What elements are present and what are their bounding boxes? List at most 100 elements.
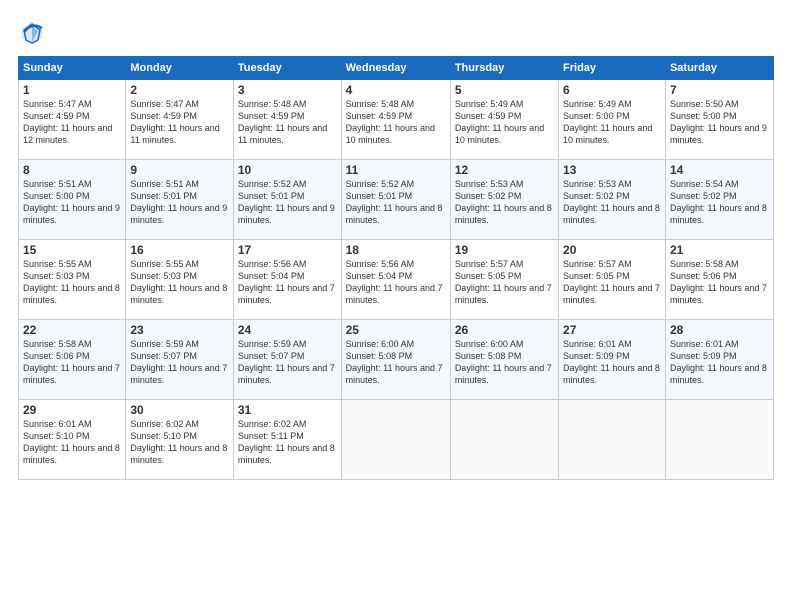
logo xyxy=(18,18,50,46)
logo-icon xyxy=(18,18,46,46)
day-info: Sunrise: 5:49 AMSunset: 5:00 PMDaylight:… xyxy=(563,99,652,145)
day-info: Sunrise: 5:55 AMSunset: 5:03 PMDaylight:… xyxy=(23,259,120,305)
day-cell xyxy=(450,400,558,480)
day-number: 29 xyxy=(23,403,121,417)
day-number: 20 xyxy=(563,243,661,257)
day-cell: 10 Sunrise: 5:52 AMSunset: 5:01 PMDaylig… xyxy=(233,160,341,240)
day-cell: 27 Sunrise: 6:01 AMSunset: 5:09 PMDaylig… xyxy=(559,320,666,400)
day-number: 21 xyxy=(670,243,769,257)
day-info: Sunrise: 5:48 AMSunset: 4:59 PMDaylight:… xyxy=(238,99,327,145)
day-cell: 17 Sunrise: 5:56 AMSunset: 5:04 PMDaylig… xyxy=(233,240,341,320)
day-info: Sunrise: 5:52 AMSunset: 5:01 PMDaylight:… xyxy=(238,179,335,225)
day-cell: 29 Sunrise: 6:01 AMSunset: 5:10 PMDaylig… xyxy=(19,400,126,480)
day-number: 3 xyxy=(238,83,337,97)
day-number: 23 xyxy=(130,323,229,337)
day-number: 9 xyxy=(130,163,229,177)
day-number: 30 xyxy=(130,403,229,417)
day-header-saturday: Saturday xyxy=(665,57,773,80)
day-info: Sunrise: 6:01 AMSunset: 5:09 PMDaylight:… xyxy=(563,339,660,385)
day-info: Sunrise: 5:55 AMSunset: 5:03 PMDaylight:… xyxy=(130,259,227,305)
day-info: Sunrise: 6:01 AMSunset: 5:09 PMDaylight:… xyxy=(670,339,767,385)
day-info: Sunrise: 5:58 AMSunset: 5:06 PMDaylight:… xyxy=(670,259,767,305)
day-cell: 26 Sunrise: 6:00 AMSunset: 5:08 PMDaylig… xyxy=(450,320,558,400)
day-info: Sunrise: 6:00 AMSunset: 5:08 PMDaylight:… xyxy=(455,339,552,385)
day-cell: 2 Sunrise: 5:47 AMSunset: 4:59 PMDayligh… xyxy=(126,80,234,160)
day-cell: 22 Sunrise: 5:58 AMSunset: 5:06 PMDaylig… xyxy=(19,320,126,400)
day-info: Sunrise: 5:47 AMSunset: 4:59 PMDaylight:… xyxy=(23,99,112,145)
day-cell: 14 Sunrise: 5:54 AMSunset: 5:02 PMDaylig… xyxy=(665,160,773,240)
day-cell: 3 Sunrise: 5:48 AMSunset: 4:59 PMDayligh… xyxy=(233,80,341,160)
day-number: 5 xyxy=(455,83,554,97)
day-cell: 24 Sunrise: 5:59 AMSunset: 5:07 PMDaylig… xyxy=(233,320,341,400)
day-cell: 11 Sunrise: 5:52 AMSunset: 5:01 PMDaylig… xyxy=(341,160,450,240)
day-cell: 19 Sunrise: 5:57 AMSunset: 5:05 PMDaylig… xyxy=(450,240,558,320)
header xyxy=(18,18,774,46)
day-cell: 7 Sunrise: 5:50 AMSunset: 5:00 PMDayligh… xyxy=(665,80,773,160)
calendar-header: SundayMondayTuesdayWednesdayThursdayFrid… xyxy=(19,57,774,80)
day-cell: 31 Sunrise: 6:02 AMSunset: 5:11 PMDaylig… xyxy=(233,400,341,480)
day-info: Sunrise: 6:02 AMSunset: 5:11 PMDaylight:… xyxy=(238,419,335,465)
day-info: Sunrise: 5:54 AMSunset: 5:02 PMDaylight:… xyxy=(670,179,767,225)
day-cell: 18 Sunrise: 5:56 AMSunset: 5:04 PMDaylig… xyxy=(341,240,450,320)
day-cell: 20 Sunrise: 5:57 AMSunset: 5:05 PMDaylig… xyxy=(559,240,666,320)
day-info: Sunrise: 5:53 AMSunset: 5:02 PMDaylight:… xyxy=(455,179,552,225)
day-info: Sunrise: 5:49 AMSunset: 4:59 PMDaylight:… xyxy=(455,99,544,145)
day-number: 17 xyxy=(238,243,337,257)
day-cell: 9 Sunrise: 5:51 AMSunset: 5:01 PMDayligh… xyxy=(126,160,234,240)
day-number: 15 xyxy=(23,243,121,257)
day-cell: 30 Sunrise: 6:02 AMSunset: 5:10 PMDaylig… xyxy=(126,400,234,480)
day-header-tuesday: Tuesday xyxy=(233,57,341,80)
day-number: 6 xyxy=(563,83,661,97)
day-cell: 1 Sunrise: 5:47 AMSunset: 4:59 PMDayligh… xyxy=(19,80,126,160)
day-number: 18 xyxy=(346,243,446,257)
day-info: Sunrise: 5:52 AMSunset: 5:01 PMDaylight:… xyxy=(346,179,443,225)
header-row: SundayMondayTuesdayWednesdayThursdayFrid… xyxy=(19,57,774,80)
day-info: Sunrise: 6:02 AMSunset: 5:10 PMDaylight:… xyxy=(130,419,227,465)
day-cell: 12 Sunrise: 5:53 AMSunset: 5:02 PMDaylig… xyxy=(450,160,558,240)
day-cell: 8 Sunrise: 5:51 AMSunset: 5:00 PMDayligh… xyxy=(19,160,126,240)
day-info: Sunrise: 5:50 AMSunset: 5:00 PMDaylight:… xyxy=(670,99,767,145)
day-cell: 16 Sunrise: 5:55 AMSunset: 5:03 PMDaylig… xyxy=(126,240,234,320)
day-cell xyxy=(341,400,450,480)
day-number: 13 xyxy=(563,163,661,177)
day-info: Sunrise: 5:53 AMSunset: 5:02 PMDaylight:… xyxy=(563,179,660,225)
day-cell: 28 Sunrise: 6:01 AMSunset: 5:09 PMDaylig… xyxy=(665,320,773,400)
day-number: 2 xyxy=(130,83,229,97)
day-number: 10 xyxy=(238,163,337,177)
day-info: Sunrise: 5:51 AMSunset: 5:01 PMDaylight:… xyxy=(130,179,227,225)
day-info: Sunrise: 5:47 AMSunset: 4:59 PMDaylight:… xyxy=(130,99,219,145)
day-cell: 25 Sunrise: 6:00 AMSunset: 5:08 PMDaylig… xyxy=(341,320,450,400)
day-cell: 4 Sunrise: 5:48 AMSunset: 4:59 PMDayligh… xyxy=(341,80,450,160)
day-number: 4 xyxy=(346,83,446,97)
day-header-thursday: Thursday xyxy=(450,57,558,80)
day-number: 14 xyxy=(670,163,769,177)
day-info: Sunrise: 5:58 AMSunset: 5:06 PMDaylight:… xyxy=(23,339,120,385)
day-number: 11 xyxy=(346,163,446,177)
day-info: Sunrise: 5:56 AMSunset: 5:04 PMDaylight:… xyxy=(346,259,443,305)
day-number: 8 xyxy=(23,163,121,177)
day-number: 22 xyxy=(23,323,121,337)
day-cell: 13 Sunrise: 5:53 AMSunset: 5:02 PMDaylig… xyxy=(559,160,666,240)
day-header-monday: Monday xyxy=(126,57,234,80)
day-number: 7 xyxy=(670,83,769,97)
day-info: Sunrise: 6:01 AMSunset: 5:10 PMDaylight:… xyxy=(23,419,120,465)
page: SundayMondayTuesdayWednesdayThursdayFrid… xyxy=(0,0,792,612)
day-number: 28 xyxy=(670,323,769,337)
day-cell: 6 Sunrise: 5:49 AMSunset: 5:00 PMDayligh… xyxy=(559,80,666,160)
day-info: Sunrise: 5:56 AMSunset: 5:04 PMDaylight:… xyxy=(238,259,335,305)
day-number: 27 xyxy=(563,323,661,337)
calendar-table: SundayMondayTuesdayWednesdayThursdayFrid… xyxy=(18,56,774,480)
week-row-4: 22 Sunrise: 5:58 AMSunset: 5:06 PMDaylig… xyxy=(19,320,774,400)
day-header-wednesday: Wednesday xyxy=(341,57,450,80)
day-number: 25 xyxy=(346,323,446,337)
day-number: 31 xyxy=(238,403,337,417)
day-number: 24 xyxy=(238,323,337,337)
day-cell xyxy=(559,400,666,480)
day-header-sunday: Sunday xyxy=(19,57,126,80)
day-number: 1 xyxy=(23,83,121,97)
week-row-2: 8 Sunrise: 5:51 AMSunset: 5:00 PMDayligh… xyxy=(19,160,774,240)
week-row-3: 15 Sunrise: 5:55 AMSunset: 5:03 PMDaylig… xyxy=(19,240,774,320)
day-info: Sunrise: 6:00 AMSunset: 5:08 PMDaylight:… xyxy=(346,339,443,385)
day-cell: 5 Sunrise: 5:49 AMSunset: 4:59 PMDayligh… xyxy=(450,80,558,160)
day-info: Sunrise: 5:57 AMSunset: 5:05 PMDaylight:… xyxy=(455,259,552,305)
